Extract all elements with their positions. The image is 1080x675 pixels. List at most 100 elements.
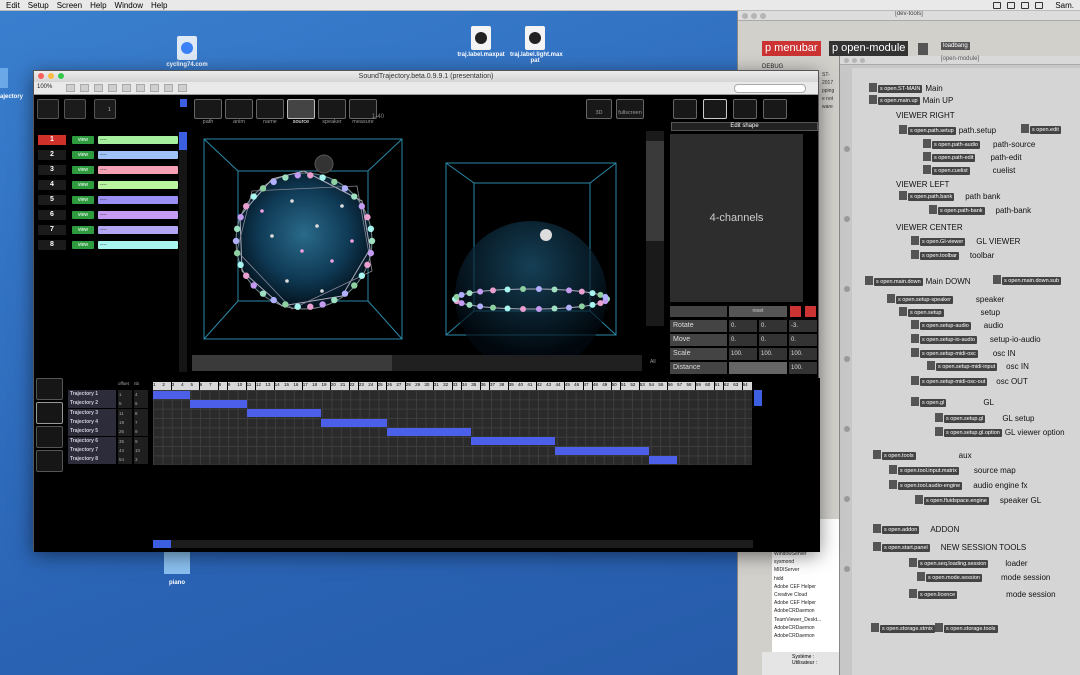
process-row[interactable]: Creative Cloud (774, 592, 844, 600)
view-button[interactable]: view (72, 135, 94, 144)
menu-user[interactable]: Sam. (1055, 1, 1074, 10)
timeline-row-name[interactable]: Trajectory 3 (68, 408, 116, 418)
send-object[interactable]: s open.gl (910, 396, 947, 407)
send-object-row[interactable]: s open.setup-audio audio (911, 319, 1003, 330)
gear-icon[interactable] (36, 378, 63, 400)
main-titlebar[interactable]: SoundTrajectory.beta.0.9.9.1 (presentati… (34, 71, 818, 82)
nb-value[interactable]: 9 (134, 436, 148, 446)
send-object[interactable]: s open.Gl-viewer (910, 235, 966, 246)
send-object[interactable]: s open.mode.session (917, 571, 982, 582)
send-object-row[interactable]: s open.Gl-viewer GL VIEWER (910, 235, 1020, 246)
send-object-row[interactable]: s open.path.setup path.setup (899, 124, 996, 135)
send-object[interactable]: s open.setup-midi-osc-out (910, 375, 988, 386)
number-box[interactable]: 100. (789, 362, 817, 374)
trajectory-name-field[interactable]: ---- (98, 165, 178, 174)
timeline-row-name[interactable]: Trajectory 4 (68, 418, 116, 428)
send-object-row[interactable]: s open.setup.gl GL setup (934, 412, 1034, 423)
trajectory-name-field[interactable]: ---- (98, 195, 178, 204)
presentation-icon[interactable] (80, 84, 89, 92)
desktop-icon-webloc[interactable]: cycling74.com (162, 36, 212, 68)
send-object[interactable]: s open.licence (908, 588, 958, 599)
timeline-block[interactable] (153, 390, 191, 399)
timeline-block[interactable] (471, 437, 556, 446)
menu-item-help-2[interactable]: Help (151, 1, 167, 10)
process-row[interactable]: hidd (774, 576, 844, 584)
offset-value[interactable]: 5 (118, 399, 132, 409)
send-object-row[interactable]: s open.cuelist cuelist (923, 164, 1015, 175)
zoom-icon[interactable] (58, 73, 64, 79)
timeline-row-name[interactable]: Trajectory 8 (68, 455, 116, 465)
timeline-block[interactable] (321, 418, 387, 427)
process-row[interactable]: WindowServer (774, 551, 844, 559)
view-button[interactable]: view (72, 165, 94, 174)
list-scrollbar[interactable] (179, 132, 187, 372)
send-object-row[interactable]: s open.edit (1021, 124, 1061, 134)
nb-value[interactable]: 9 (134, 427, 148, 437)
send-object-row[interactable]: s open.ST-MAIN Main (868, 82, 943, 93)
send-object[interactable]: s open.setup-midi-osc (911, 347, 978, 358)
clock-icon[interactable] (1035, 1, 1044, 9)
trajectory-name-field[interactable]: ---- (98, 180, 178, 189)
send-object[interactable]: s open.edit (1021, 124, 1061, 134)
send-object-row[interactable]: s open.mode.session mode session (917, 571, 1050, 582)
view-button[interactable]: view (72, 180, 94, 189)
trajectory-number[interactable]: 2 (38, 149, 66, 160)
send-object-row[interactable]: s open.setup.gl.option GL viewer option (935, 426, 1065, 437)
close-icon[interactable] (742, 13, 748, 19)
send-object[interactable]: s open.tool.input.matrix (889, 464, 959, 475)
trajectory-name-field[interactable]: ---- (98, 240, 178, 249)
tab-name[interactable]: name (256, 99, 284, 125)
nb-value[interactable]: 7 (134, 418, 148, 428)
nb-value[interactable]: 4 (134, 390, 148, 399)
send-object-row[interactable]: s open.licence mode session (908, 588, 1056, 599)
p-menubar-object[interactable]: p menubar (762, 41, 821, 56)
trajectory-number[interactable]: 6 (38, 209, 66, 220)
distance-slider[interactable] (729, 362, 787, 374)
grid-scroll-thumb[interactable] (754, 390, 762, 406)
timeline-block[interactable] (386, 428, 472, 437)
viewer-right[interactable] (434, 131, 644, 371)
view-button[interactable]: view (72, 210, 94, 219)
grid-icon[interactable] (94, 84, 103, 92)
desktop-icon-maxpat-light[interactable]: traj.label.light.max pat (510, 26, 563, 64)
number-box[interactable]: -3. (789, 320, 817, 332)
send-object[interactable]: s open.seq.loading.session (908, 557, 989, 568)
send-object[interactable]: s open.ST-MAIN (868, 82, 923, 93)
matrix-icon[interactable] (36, 402, 63, 424)
send-object-row[interactable]: s open.path-audio path-source (922, 138, 1035, 149)
menu-item-screen[interactable]: Screen (57, 1, 82, 10)
trajectory-row[interactable]: 8 view ---- (38, 239, 178, 250)
viewer-left[interactable] (192, 131, 416, 371)
toggle-icon[interactable] (164, 84, 173, 92)
close-icon[interactable] (844, 58, 849, 63)
message-icon[interactable] (122, 84, 131, 92)
number-box[interactable]: 0. (729, 320, 757, 332)
send-object[interactable]: s open.storage.tools (935, 623, 998, 633)
trajectory-number[interactable]: 4 (38, 179, 66, 190)
timeline-block[interactable] (649, 456, 678, 465)
menu-item-help[interactable]: Help (90, 1, 106, 10)
offset-value[interactable]: 44 (118, 446, 132, 456)
play-icon[interactable] (805, 306, 816, 317)
desktop-file-icon[interactable] (0, 68, 8, 88)
number-box[interactable]: 0. (789, 334, 817, 346)
send-object-row[interactable]: s open.path-bank path-bank (929, 204, 1031, 215)
send-object[interactable]: s open.tool.audio-engine (888, 479, 963, 490)
send-object[interactable]: s open.path.bank (898, 190, 955, 201)
send-object-row[interactable]: s open.setup-speaker speaker (887, 293, 1004, 304)
minimize-icon[interactable] (852, 58, 857, 63)
send-object[interactable]: s open.storage.stmix (871, 623, 935, 633)
search-input[interactable] (734, 84, 806, 93)
view-button[interactable]: view (72, 150, 94, 159)
mixer-icon[interactable] (36, 426, 63, 448)
trajectory-number[interactable]: 5 (38, 194, 66, 205)
trajectory-number[interactable]: 1 (38, 134, 66, 145)
scrollbar-thumb[interactable] (646, 141, 664, 241)
trajectory-name-field[interactable]: ---- (98, 210, 178, 219)
zoom-icon[interactable] (860, 58, 865, 63)
lock-icon[interactable] (66, 84, 75, 92)
send-object[interactable]: s open.setup-speaker (887, 293, 953, 304)
offset-value[interactable]: 11 (118, 408, 132, 418)
send-object-row[interactable]: s open.fluidspace.engine speaker GL (915, 494, 1041, 505)
number-box[interactable]: 100. (789, 348, 817, 360)
